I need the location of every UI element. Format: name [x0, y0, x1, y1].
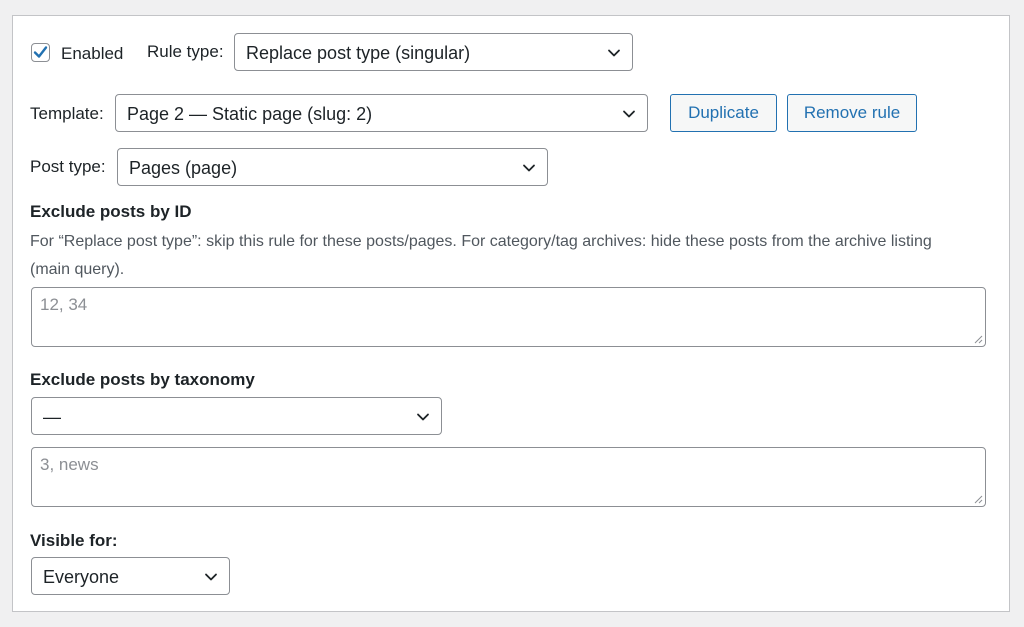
- exclude-taxonomy-placeholder: 3, news: [40, 455, 99, 474]
- enabled-checkbox[interactable]: [31, 43, 50, 62]
- template-select[interactable]: Page 2 — Static page (slug: 2): [115, 94, 648, 132]
- template-value: Page 2 — Static page (slug: 2): [127, 104, 373, 124]
- taxonomy-value: —: [43, 407, 61, 427]
- chevron-down-icon: [608, 49, 620, 57]
- remove-rule-button[interactable]: Remove rule: [787, 94, 917, 132]
- chevron-down-icon: [205, 573, 217, 581]
- chevron-down-icon: [417, 413, 429, 421]
- rule-type-select[interactable]: Replace post type (singular): [234, 33, 633, 71]
- exclude-taxonomy-heading: Exclude posts by taxonomy: [30, 370, 255, 389]
- resize-grip-icon[interactable]: [973, 494, 983, 504]
- enabled-label: Enabled: [61, 44, 124, 63]
- post-type-value: Pages (page): [129, 158, 238, 178]
- exclude-id-heading: Exclude posts by ID: [30, 202, 192, 221]
- exclude-taxonomy-textarea[interactable]: 3, news: [31, 447, 986, 507]
- post-type-label: Post type:: [30, 157, 106, 176]
- rule-type-value: Replace post type (singular): [246, 43, 471, 63]
- exclude-id-textarea[interactable]: 12, 34: [31, 287, 986, 347]
- exclude-id-placeholder: 12, 34: [40, 295, 88, 314]
- exclude-id-description: For “Replace post type”: skip this rule …: [30, 233, 932, 278]
- visible-for-select[interactable]: Everyone: [31, 557, 230, 595]
- chevron-down-icon: [523, 164, 535, 172]
- post-type-select[interactable]: Pages (page): [117, 148, 548, 186]
- chevron-down-icon: [623, 110, 635, 118]
- rule-type-label: Rule type:: [147, 42, 224, 61]
- visible-for-heading: Visible for:: [30, 531, 118, 550]
- taxonomy-select[interactable]: —: [31, 397, 442, 435]
- checkmark-icon: [33, 46, 48, 58]
- template-label: Template:: [30, 104, 104, 123]
- rule-panel: Enabled Rule type: Replace post type (si…: [12, 15, 1010, 612]
- visible-for-value: Everyone: [43, 567, 120, 587]
- resize-grip-icon[interactable]: [973, 334, 983, 344]
- duplicate-button[interactable]: Duplicate: [670, 94, 777, 132]
